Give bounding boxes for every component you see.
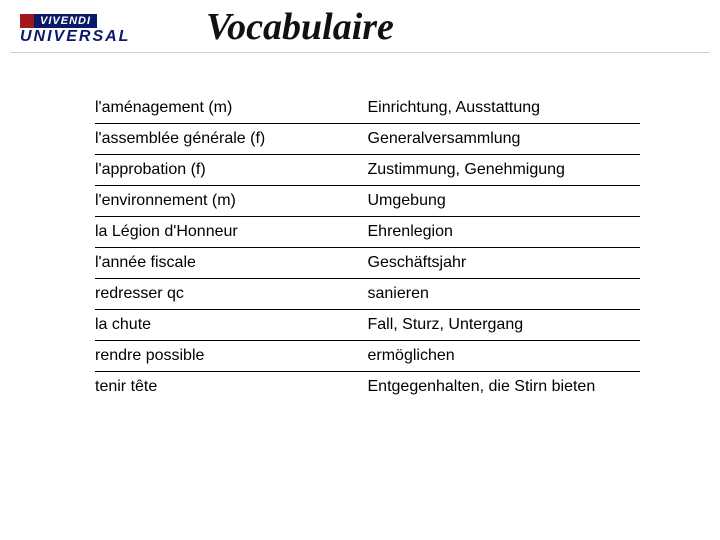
- fr-term: l'environnement (m): [95, 186, 368, 217]
- table-row: rendre possible ermöglichen: [95, 341, 640, 372]
- table-row: l'assemblée générale (f) Generalversamml…: [95, 124, 640, 155]
- fr-term: rendre possible: [95, 341, 368, 372]
- table-row: l'aménagement (m) Einrichtung, Ausstattu…: [95, 93, 640, 124]
- logo-line1: VIVENDI: [20, 14, 120, 28]
- de-term: Zustimmung, Genehmigung: [368, 155, 641, 186]
- table-row: tenir tête Entgegenhalten, die Stirn bie…: [95, 372, 640, 403]
- fr-term: l'approbation (f): [95, 155, 368, 186]
- fr-term: redresser qc: [95, 279, 368, 310]
- fr-term: l'année fiscale: [95, 248, 368, 279]
- table-row: la chute Fall, Sturz, Untergang: [95, 310, 640, 341]
- fr-term: la chute: [95, 310, 368, 341]
- de-term: Umgebung: [368, 186, 641, 217]
- fr-term: l'assemblée générale (f): [95, 124, 368, 155]
- vocab-table: l'aménagement (m) Einrichtung, Ausstattu…: [95, 93, 640, 402]
- de-term: Generalversammlung: [368, 124, 641, 155]
- header: VIVENDI UNIVERSAL Vocabulaire: [10, 0, 710, 53]
- de-term: sanieren: [368, 279, 641, 310]
- fr-term: la Légion d'Honneur: [95, 217, 368, 248]
- page-title: Vocabulaire: [206, 8, 394, 50]
- de-term: Geschäftsjahr: [368, 248, 641, 279]
- table-row: redresser qc sanieren: [95, 279, 640, 310]
- de-term: Fall, Sturz, Untergang: [368, 310, 641, 341]
- de-term: Einrichtung, Ausstattung: [368, 93, 641, 124]
- de-term: Entgegenhalten, die Stirn bieten: [368, 372, 641, 403]
- table-row: l'année fiscale Geschäftsjahr: [95, 248, 640, 279]
- slide: VIVENDI UNIVERSAL Vocabulaire l'aménagem…: [0, 0, 720, 540]
- logo-line1-text: VIVENDI: [34, 14, 97, 28]
- logo: VIVENDI UNIVERSAL: [20, 11, 180, 47]
- table-row: la Légion d'Honneur Ehrenlegion: [95, 217, 640, 248]
- logo-line2-text: UNIVERSAL: [20, 28, 130, 46]
- de-term: ermöglichen: [368, 341, 641, 372]
- de-term: Ehrenlegion: [368, 217, 641, 248]
- table-row: l'approbation (f) Zustimmung, Genehmigun…: [95, 155, 640, 186]
- fr-term: l'aménagement (m): [95, 93, 368, 124]
- content: l'aménagement (m) Einrichtung, Ausstattu…: [0, 53, 720, 402]
- vocab-tbody: l'aménagement (m) Einrichtung, Ausstattu…: [95, 93, 640, 402]
- table-row: l'environnement (m) Umgebung: [95, 186, 640, 217]
- logo-accent: [20, 14, 34, 28]
- fr-term: tenir tête: [95, 372, 368, 403]
